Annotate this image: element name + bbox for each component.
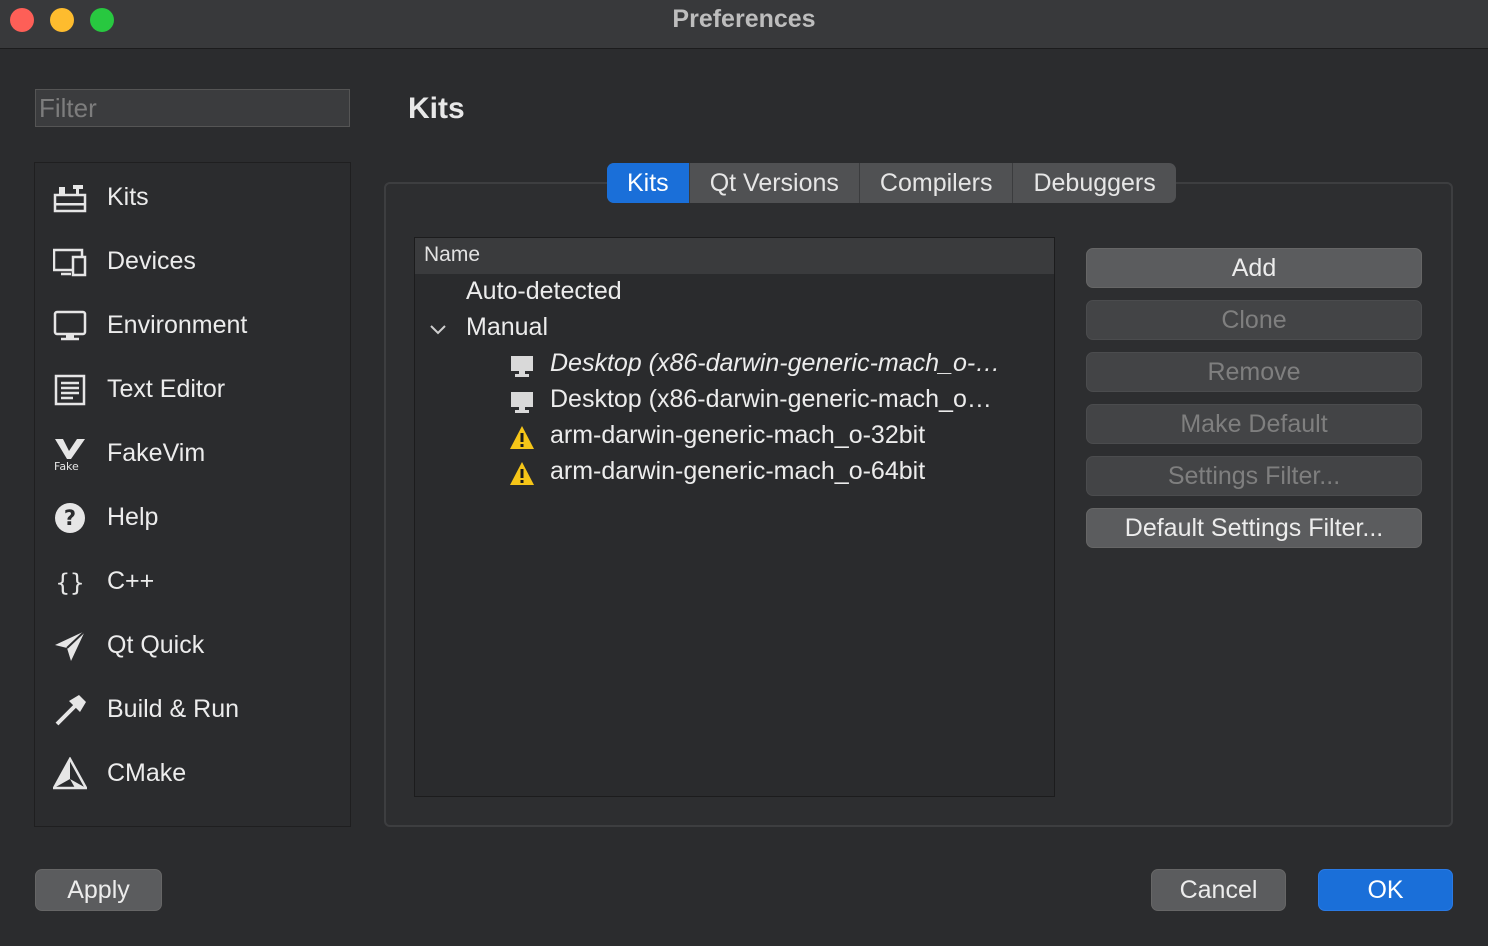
tree-item-kit[interactable]: Desktop (x86-darwin-generic-mach_o-… xyxy=(415,347,1054,383)
add-button[interactable]: Add xyxy=(1086,248,1422,288)
sidebar-item-cmake[interactable]: CMake xyxy=(35,741,350,805)
apply-button[interactable]: Apply xyxy=(35,869,162,911)
sidebar-item-fakevim[interactable]: Fake FakeVim xyxy=(35,421,350,485)
desktop-icon xyxy=(509,389,535,415)
tree-group-auto-detected[interactable]: Auto-detected xyxy=(415,275,1054,311)
sidebar-item-text-editor[interactable]: Text Editor xyxy=(35,357,350,421)
sidebar-item-label: Kits xyxy=(107,183,149,211)
tree-header-name[interactable]: Name xyxy=(415,238,1054,274)
tree-item-kit[interactable]: Desktop (x86-darwin-generic-mach_o… xyxy=(415,383,1054,419)
warning-icon xyxy=(509,425,535,451)
kit-label: arm-darwin-generic-mach_o-64bit xyxy=(550,457,926,485)
page-title: Kits xyxy=(408,92,465,125)
sidebar-item-label: Help xyxy=(107,503,159,531)
tree-item-kit[interactable]: arm-darwin-generic-mach_o-32bit xyxy=(415,419,1054,455)
hammer-icon xyxy=(53,693,87,727)
title-bar: Preferences xyxy=(0,0,1488,49)
preferences-sidebar: Kits Devices Environment Text Editor Fak… xyxy=(34,162,351,827)
sidebar-item-environment[interactable]: Environment xyxy=(35,293,350,357)
sidebar-item-build-run[interactable]: Build & Run xyxy=(35,677,350,741)
sidebar-item-label: Build & Run xyxy=(107,695,240,723)
sidebar-item-label: FakeVim xyxy=(107,439,206,467)
kit-label: arm-darwin-generic-mach_o-32bit xyxy=(550,421,926,449)
clone-button[interactable]: Clone xyxy=(1086,300,1422,340)
make-default-button[interactable]: Make Default xyxy=(1086,404,1422,444)
sidebar-item-label: C++ xyxy=(107,567,155,595)
tree-item-kit[interactable]: arm-darwin-generic-mach_o-64bit xyxy=(415,455,1054,491)
braces-icon: {} xyxy=(53,565,87,599)
tree-group-manual[interactable]: Manual xyxy=(415,311,1054,347)
monitor-icon xyxy=(53,309,87,343)
sidebar-item-help[interactable]: ? Help xyxy=(35,485,350,549)
sidebar-item-label: Environment xyxy=(107,311,248,339)
paper-plane-icon xyxy=(53,629,87,663)
cancel-button[interactable]: Cancel xyxy=(1151,869,1286,911)
svg-text:Fake: Fake xyxy=(54,460,79,471)
tab-debuggers[interactable]: Debuggers xyxy=(1013,163,1175,203)
warning-icon xyxy=(509,461,535,487)
tab-compilers[interactable]: Compilers xyxy=(860,163,1014,203)
filter-input[interactable] xyxy=(35,89,350,127)
svg-text:{}: {} xyxy=(56,569,85,597)
window-title: Preferences xyxy=(672,5,816,33)
help-icon: ? xyxy=(53,501,87,535)
sidebar-item-qt-quick[interactable]: Qt Quick xyxy=(35,613,350,677)
desktop-icon xyxy=(509,353,535,379)
settings-filter-button[interactable]: Settings Filter... xyxy=(1086,456,1422,496)
kit-label: Desktop (x86-darwin-generic-mach_o… xyxy=(550,385,992,413)
sidebar-item-devices[interactable]: Devices xyxy=(35,229,350,293)
text-editor-icon xyxy=(53,373,87,407)
devices-icon xyxy=(53,245,87,279)
tree-group-label: Manual xyxy=(466,313,548,341)
remove-button[interactable]: Remove xyxy=(1086,352,1422,392)
tab-kits[interactable]: Kits xyxy=(607,163,690,203)
svg-text:?: ? xyxy=(64,506,76,530)
sidebar-item-cpp[interactable]: {} C++ xyxy=(35,549,350,613)
sidebar-item-label: Qt Quick xyxy=(107,631,205,659)
sidebar-item-label: CMake xyxy=(107,759,187,787)
sidebar-item-label: Text Editor xyxy=(107,375,226,403)
ok-button[interactable]: OK xyxy=(1318,869,1453,911)
chevron-down-icon[interactable] xyxy=(427,319,453,345)
tab-bar: Kits Qt Versions Compilers Debuggers xyxy=(607,163,1176,203)
sidebar-item-kits[interactable]: Kits xyxy=(35,165,350,229)
kit-label: Desktop (x86-darwin-generic-mach_o-… xyxy=(550,349,1001,377)
tree-group-label: Auto-detected xyxy=(466,277,622,305)
fakevim-icon: Fake xyxy=(53,437,87,471)
sidebar-item-label: Devices xyxy=(107,247,196,275)
default-settings-filter-button[interactable]: Default Settings Filter... xyxy=(1086,508,1422,548)
kits-icon xyxy=(53,181,87,215)
cmake-icon xyxy=(53,757,87,791)
kits-tree[interactable]: Name Auto-detected Manual Desktop (x86-d… xyxy=(414,237,1055,797)
tab-qt-versions[interactable]: Qt Versions xyxy=(690,163,860,203)
